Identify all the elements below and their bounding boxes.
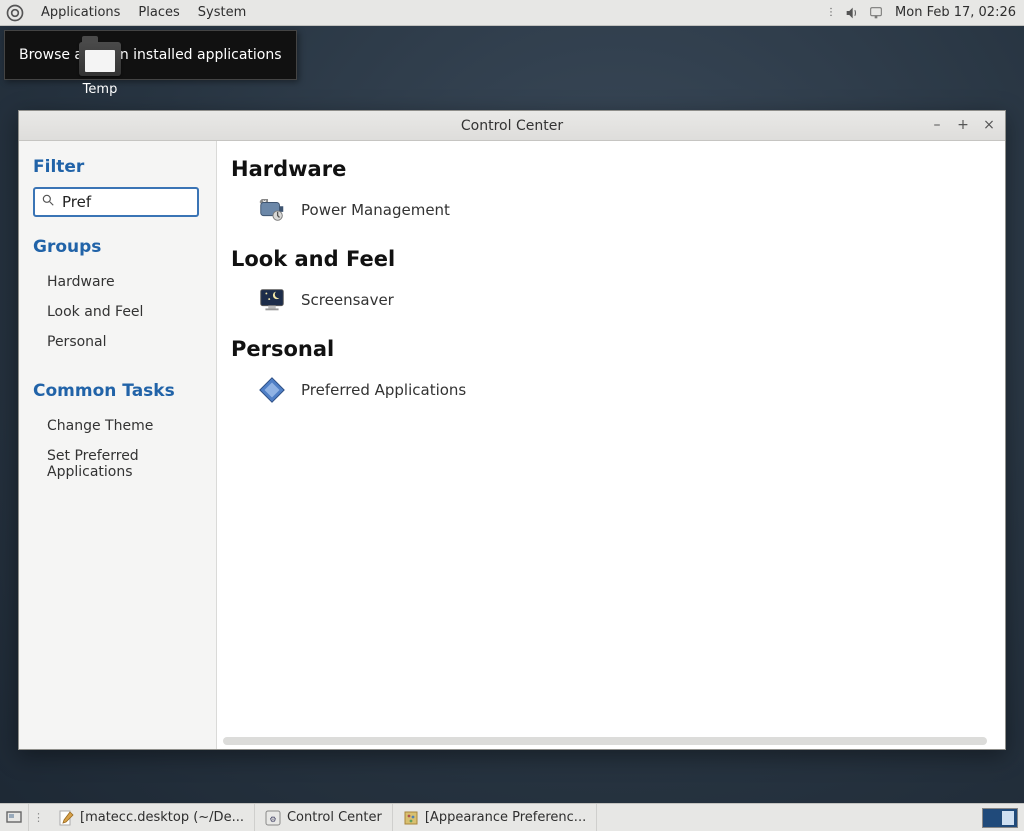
- show-desktop-button[interactable]: [0, 804, 29, 831]
- task-set-preferred-apps[interactable]: Set Preferred Applications: [33, 441, 202, 487]
- screensaver-icon: [257, 285, 287, 315]
- section-heading-personal: Personal: [231, 337, 991, 361]
- control-center-icon: ⚙: [265, 810, 281, 826]
- volume-icon[interactable]: [843, 4, 861, 22]
- filter-heading: Filter: [33, 157, 202, 177]
- group-look-and-feel[interactable]: Look and Feel: [33, 297, 202, 327]
- svg-text:⚙: ⚙: [269, 815, 276, 824]
- panel-separator-icon: ⋮: [29, 811, 48, 824]
- item-label: Preferred Applications: [301, 381, 466, 399]
- show-desktop-icon: [6, 810, 22, 826]
- section-heading-hardware: Hardware: [231, 157, 991, 181]
- window-minimize-button[interactable]: –: [927, 115, 947, 135]
- top-panel: Applications Places System ⋮ Mon Feb 17,…: [0, 0, 1024, 26]
- task-change-theme[interactable]: Change Theme: [33, 411, 202, 441]
- folder-icon: [79, 42, 121, 76]
- taskbar-item-editor[interactable]: [matecc.desktop (~/De...: [48, 804, 255, 831]
- group-hardware[interactable]: Hardware: [33, 267, 202, 297]
- section-heading-look-and-feel: Look and Feel: [231, 247, 991, 271]
- group-personal[interactable]: Personal: [33, 327, 202, 357]
- menu-applications[interactable]: Applications: [32, 1, 129, 24]
- window-titlebar[interactable]: Control Center – + ×: [19, 111, 1005, 141]
- item-power-management[interactable]: Power Management: [231, 193, 991, 239]
- desktop-icon-label: Temp: [70, 82, 130, 97]
- desktop-icon-temp[interactable]: Temp: [70, 42, 130, 97]
- system-tray: ⋮ Mon Feb 17, 02:26: [826, 4, 1024, 22]
- horizontal-scrollbar[interactable]: [223, 737, 987, 745]
- bottom-panel: ⋮ [matecc.desktop (~/De... ⚙ Control Cen…: [0, 803, 1024, 831]
- applications-tooltip: Browse and run installed applications: [4, 30, 297, 80]
- item-preferred-applications[interactable]: Preferred Applications: [231, 373, 991, 419]
- taskbar-item-label: [matecc.desktop (~/De...: [80, 810, 244, 825]
- window-close-button[interactable]: ×: [979, 115, 999, 135]
- item-label: Screensaver: [301, 291, 394, 309]
- workspace-window-icon: [1002, 811, 1014, 825]
- workspace-switcher[interactable]: [982, 808, 1018, 828]
- common-tasks-heading: Common Tasks: [33, 381, 202, 401]
- menu-system[interactable]: System: [189, 1, 255, 24]
- groups-heading: Groups: [33, 237, 202, 257]
- item-label: Power Management: [301, 201, 450, 219]
- distro-logo-icon: [4, 2, 26, 24]
- taskbar-item-label: Control Center: [287, 810, 382, 825]
- filter-search[interactable]: [33, 187, 199, 217]
- network-icon[interactable]: [867, 4, 885, 22]
- tray-handle-icon: ⋮: [826, 7, 837, 18]
- power-management-icon: [257, 195, 287, 225]
- clock[interactable]: Mon Feb 17, 02:26: [891, 5, 1016, 20]
- item-screensaver[interactable]: Screensaver: [231, 283, 991, 329]
- content-area: Hardware Power Management Look and Feel: [217, 141, 1005, 749]
- taskbar-item-appearance[interactable]: [Appearance Preferenc...: [393, 804, 597, 831]
- taskbar-item-control-center[interactable]: ⚙ Control Center: [255, 804, 393, 831]
- taskbar-item-label: [Appearance Preferenc...: [425, 810, 586, 825]
- appearance-icon: [403, 810, 419, 826]
- window-title: Control Center: [19, 118, 1005, 134]
- search-icon: [41, 193, 55, 211]
- window-maximize-button[interactable]: +: [953, 115, 973, 135]
- text-editor-icon: [58, 810, 74, 826]
- menu-places[interactable]: Places: [129, 1, 188, 24]
- preferred-applications-icon: [257, 375, 287, 405]
- sidebar: Filter Groups Hardware Look and Feel Per…: [19, 141, 217, 749]
- control-center-window: Control Center – + × Filter Groups Hardw…: [18, 110, 1006, 750]
